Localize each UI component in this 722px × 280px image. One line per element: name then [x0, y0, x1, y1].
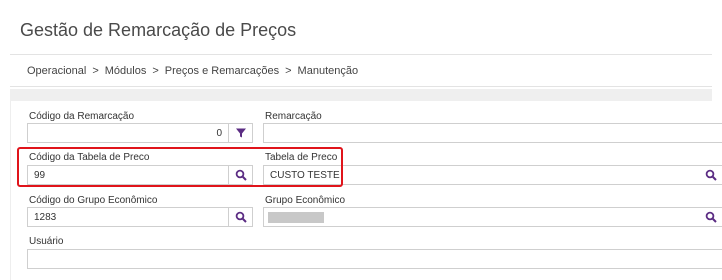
codigo-grupo-economico-input[interactable]: 1283: [28, 212, 228, 223]
grupo-economico-label: Grupo Econômico: [265, 195, 346, 206]
breadcrumb-item-modulos[interactable]: Módulos: [105, 65, 147, 77]
breadcrumb-item-manutencao: Manutenção: [297, 65, 359, 77]
grupo-economico-search-button[interactable]: [705, 207, 722, 227]
page-title: Gestão de Remarcação de Preços: [20, 20, 297, 40]
codigo-tabela-preco-input[interactable]: 99: [28, 170, 228, 181]
codigo-remarcacao-input[interactable]: 0: [28, 128, 228, 139]
usuario-label: Usuário: [29, 236, 64, 247]
tabela-preco-value: CUSTO TESTE: [270, 169, 340, 181]
filter-button[interactable]: [228, 124, 252, 142]
codigo-grupo-economico-field: 1283: [27, 207, 253, 227]
grupo-economico-input[interactable]: [263, 207, 722, 227]
breadcrumb-divider: [10, 86, 712, 87]
breadcrumb-item-operacional[interactable]: Operacional: [27, 65, 86, 77]
search-icon: [235, 169, 247, 181]
codigo-tabela-preco-field: 99: [27, 165, 253, 185]
search-icon: [705, 169, 717, 181]
search-button[interactable]: [228, 166, 252, 184]
filter-icon: [235, 128, 246, 138]
remarcacao-label: Remarcação: [265, 111, 322, 122]
breadcrumb: Operacional > Módulos > Preços e Remarca…: [27, 65, 358, 77]
search-button[interactable]: [228, 208, 252, 226]
codigo-remarcacao-field: 0: [27, 123, 253, 143]
codigo-tabela-preco-label: Código da Tabela de Preco: [29, 152, 150, 163]
breadcrumb-separator: >: [152, 65, 159, 77]
tabela-preco-search-button[interactable]: [705, 165, 722, 185]
tabela-preco-label: Tabela de Preco: [265, 152, 338, 163]
gray-band: [10, 89, 712, 101]
usuario-input[interactable]: [27, 249, 722, 269]
breadcrumb-item-precos[interactable]: Preços e Remarcações: [165, 65, 279, 77]
search-icon: [705, 211, 717, 223]
search-icon: [235, 211, 247, 223]
title-divider: [10, 54, 712, 55]
tabela-preco-input[interactable]: CUSTO TESTE: [263, 165, 722, 185]
breadcrumb-separator: >: [285, 65, 292, 77]
redacted-value: [268, 211, 324, 223]
breadcrumb-separator: >: [92, 65, 99, 77]
codigo-grupo-economico-label: Código do Grupo Econômico: [29, 195, 158, 206]
remarcacao-input[interactable]: [263, 123, 722, 143]
codigo-remarcacao-label: Código da Remarcação: [29, 111, 135, 122]
